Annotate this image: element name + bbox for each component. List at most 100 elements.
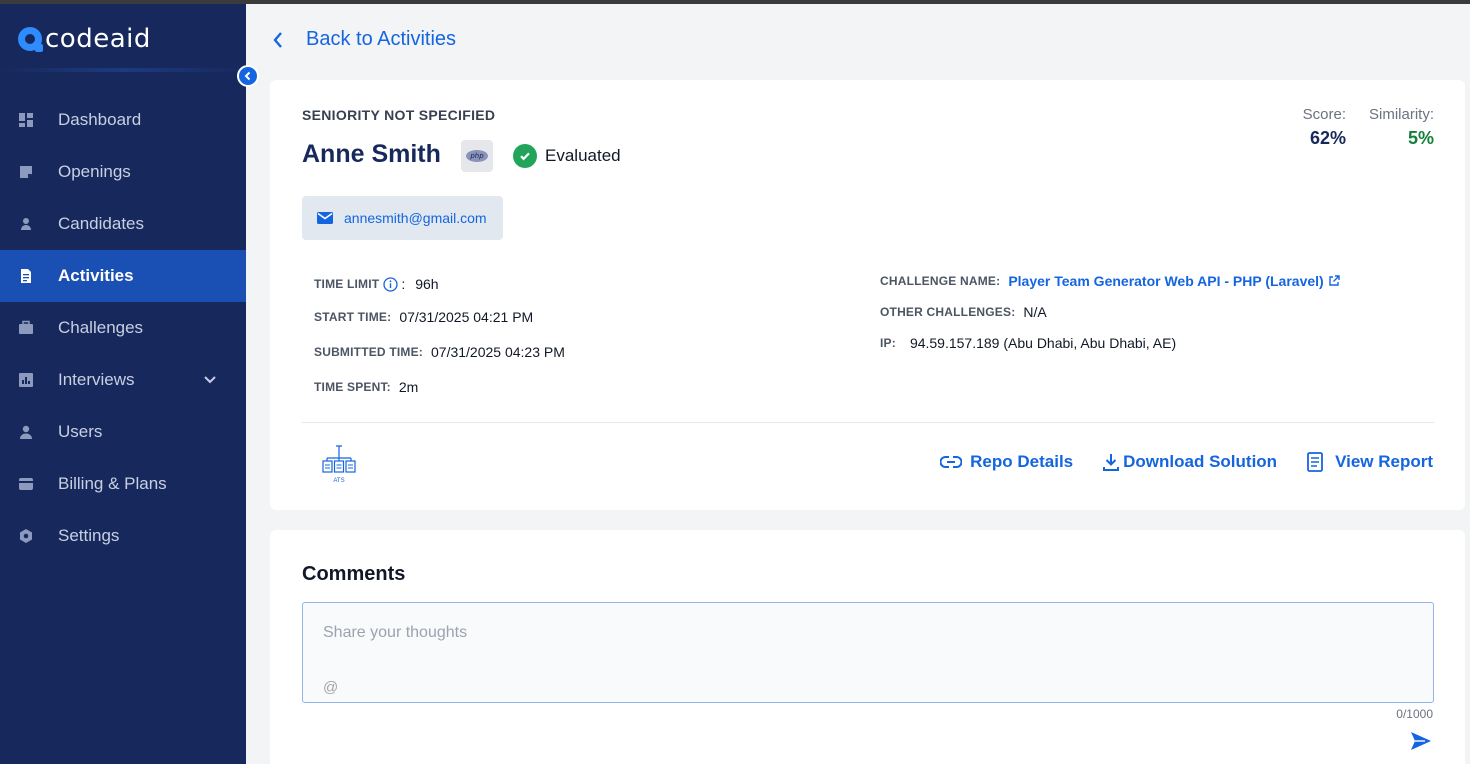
sidebar-item-label: Billing & Plans <box>58 474 167 493</box>
ip-value: 94.59.157.189 (Abu Dhabi, Abu Dhabi, AE) <box>909 335 1177 351</box>
card-icon <box>18 476 34 492</box>
time-spent-row: TIME SPENT: 2m <box>314 379 418 395</box>
activity-actions: Repo Details Download Solution View Repo… <box>910 452 1433 472</box>
logo-icon <box>18 27 43 52</box>
check-circle-icon <box>513 144 537 168</box>
ats-label: ATS <box>333 478 344 484</box>
sidebar-item-label: Interviews <box>58 370 135 389</box>
briefcase-icon <box>18 320 34 336</box>
candidate-name: Anne Smith <box>302 140 441 168</box>
sidebar-nav: Dashboard Openings Candidates Activities… <box>0 94 246 562</box>
sidebar-item-label: Users <box>58 422 103 441</box>
send-comment-button[interactable] <box>1409 730 1433 752</box>
gear-icon <box>18 528 34 544</box>
sidebar-item-dashboard[interactable]: Dashboard <box>0 94 246 146</box>
sidebar-item-label: Activities <box>58 266 134 285</box>
score-value: 62% <box>1309 128 1346 148</box>
status-badge: Evaluated <box>513 144 621 168</box>
similarity-value: 5% <box>1407 128 1434 148</box>
send-icon <box>1411 732 1431 750</box>
view-report-label: View Report <box>1335 452 1433 471</box>
start-time-value: 07/31/2025 04:21 PM <box>399 309 534 325</box>
start-time-row: START TIME: 07/31/2025 04:21 PM <box>314 309 533 325</box>
external-link-icon <box>1329 275 1340 286</box>
similarity-label: Similarity: <box>1368 106 1434 123</box>
email-value: annesmith@gmail.com <box>344 210 487 226</box>
sidebar-item-openings[interactable]: Openings <box>0 146 246 198</box>
info-icon[interactable] <box>383 276 398 292</box>
chevron-left-icon <box>244 71 251 81</box>
comments-card: Comments @ 0/1000 <box>270 530 1465 764</box>
view-report-button[interactable]: View Report <box>1307 452 1433 472</box>
challenge-name-link[interactable]: Player Team Generator Web API - PHP (Lar… <box>1008 273 1340 289</box>
sidebar-item-label: Challenges <box>58 318 144 337</box>
time-spent-value: 2m <box>398 379 419 395</box>
comment-box[interactable]: @ <box>302 602 1434 703</box>
score-block: Score: 62% <box>1303 106 1346 149</box>
dashboard-icon <box>18 112 34 128</box>
challenge-name-value: Player Team Generator Web API - PHP (Lar… <box>1008 273 1324 289</box>
time-limit-label: TIME LIMIT <box>314 277 380 291</box>
similarity-block: Similarity: 5% <box>1369 106 1434 149</box>
sidebar-item-users[interactable]: Users <box>0 406 246 458</box>
time-limit-row: TIME LIMIT : 96h <box>314 276 439 292</box>
comment-input[interactable] <box>323 621 1413 645</box>
colon-separator: : <box>401 276 406 292</box>
submitted-time-label: SUBMITTED TIME: <box>314 345 423 359</box>
sidebar-item-settings[interactable]: Settings <box>0 510 246 562</box>
challenge-name-label: CHALLENGE NAME: <box>880 274 1001 288</box>
submitted-time-value: 07/31/2025 04:23 PM <box>431 344 565 360</box>
sidebar-item-label: Settings <box>58 526 120 545</box>
status-label: Evaluated <box>545 146 621 165</box>
ip-row: IP: 94.59.157.189 (Abu Dhabi, Abu Dhabi,… <box>880 335 1176 351</box>
mail-icon <box>317 212 333 224</box>
start-time-label: START TIME: <box>314 310 392 324</box>
seniority-label: SENIORITY NOT SPECIFIED <box>302 107 496 123</box>
other-challenges-label: OTHER CHALLENGES: <box>880 305 1016 319</box>
submitted-time-row: SUBMITTED TIME: 07/31/2025 04:23 PM <box>314 344 565 360</box>
back-link-label: Back to Activities <box>306 28 457 50</box>
sidebar-collapse-button[interactable] <box>237 65 259 87</box>
score-label: Score: <box>1302 106 1346 123</box>
sidebar-item-label: Candidates <box>58 214 145 233</box>
sidebar-item-interviews[interactable]: Interviews <box>0 354 246 406</box>
sidebar-item-label: Dashboard <box>58 110 142 129</box>
chevron-down-icon[interactable] <box>202 372 218 393</box>
ats-icon[interactable]: ATS <box>322 444 356 484</box>
app-logo[interactable]: codeaid <box>18 24 151 54</box>
sidebar: codeaid Dashboard Openings Candidates Ac… <box>0 4 246 764</box>
link-icon <box>940 456 963 468</box>
character-counter: 0/1000 <box>1396 707 1433 721</box>
download-solution-label: Download Solution <box>1123 452 1278 471</box>
openings-icon <box>18 164 34 180</box>
email-chip[interactable]: annesmith@gmail.com <box>302 196 503 240</box>
other-challenges-row: OTHER CHALLENGES: N/A <box>880 304 1047 320</box>
time-limit-value: 96h <box>415 276 439 292</box>
download-solution-button[interactable]: Download Solution <box>1103 452 1277 472</box>
activity-card: SENIORITY NOT SPECIFIED Anne Smith php E… <box>270 80 1465 510</box>
download-icon <box>1103 454 1120 471</box>
repo-details-label: Repo Details <box>970 452 1074 471</box>
php-icon: php <box>466 150 488 162</box>
mention-button[interactable]: @ <box>323 679 338 696</box>
time-spent-label: TIME SPENT: <box>314 380 391 394</box>
sidebar-item-candidates[interactable]: Candidates <box>0 198 246 250</box>
ip-label: IP: <box>880 336 896 350</box>
users-icon <box>18 424 34 440</box>
repo-details-button[interactable]: Repo Details <box>940 452 1073 472</box>
sidebar-item-challenges[interactable]: Challenges <box>0 302 246 354</box>
sidebar-divider <box>0 68 246 72</box>
report-icon <box>1307 452 1323 472</box>
chevron-left-icon <box>272 30 288 50</box>
other-challenges-value: N/A <box>1023 304 1047 320</box>
logo-text: codeaid <box>45 24 151 54</box>
sidebar-item-billing[interactable]: Billing & Plans <box>0 458 246 510</box>
person-icon <box>18 216 34 232</box>
comments-title: Comments <box>302 563 406 585</box>
sidebar-item-activities[interactable]: Activities <box>0 250 246 302</box>
php-language-badge: php <box>461 140 493 172</box>
sidebar-item-label: Openings <box>58 162 131 181</box>
back-link[interactable]: Back to Activities <box>272 28 456 51</box>
challenge-name-row: CHALLENGE NAME: Player Team Generator We… <box>880 273 1340 289</box>
card-divider <box>302 422 1434 423</box>
